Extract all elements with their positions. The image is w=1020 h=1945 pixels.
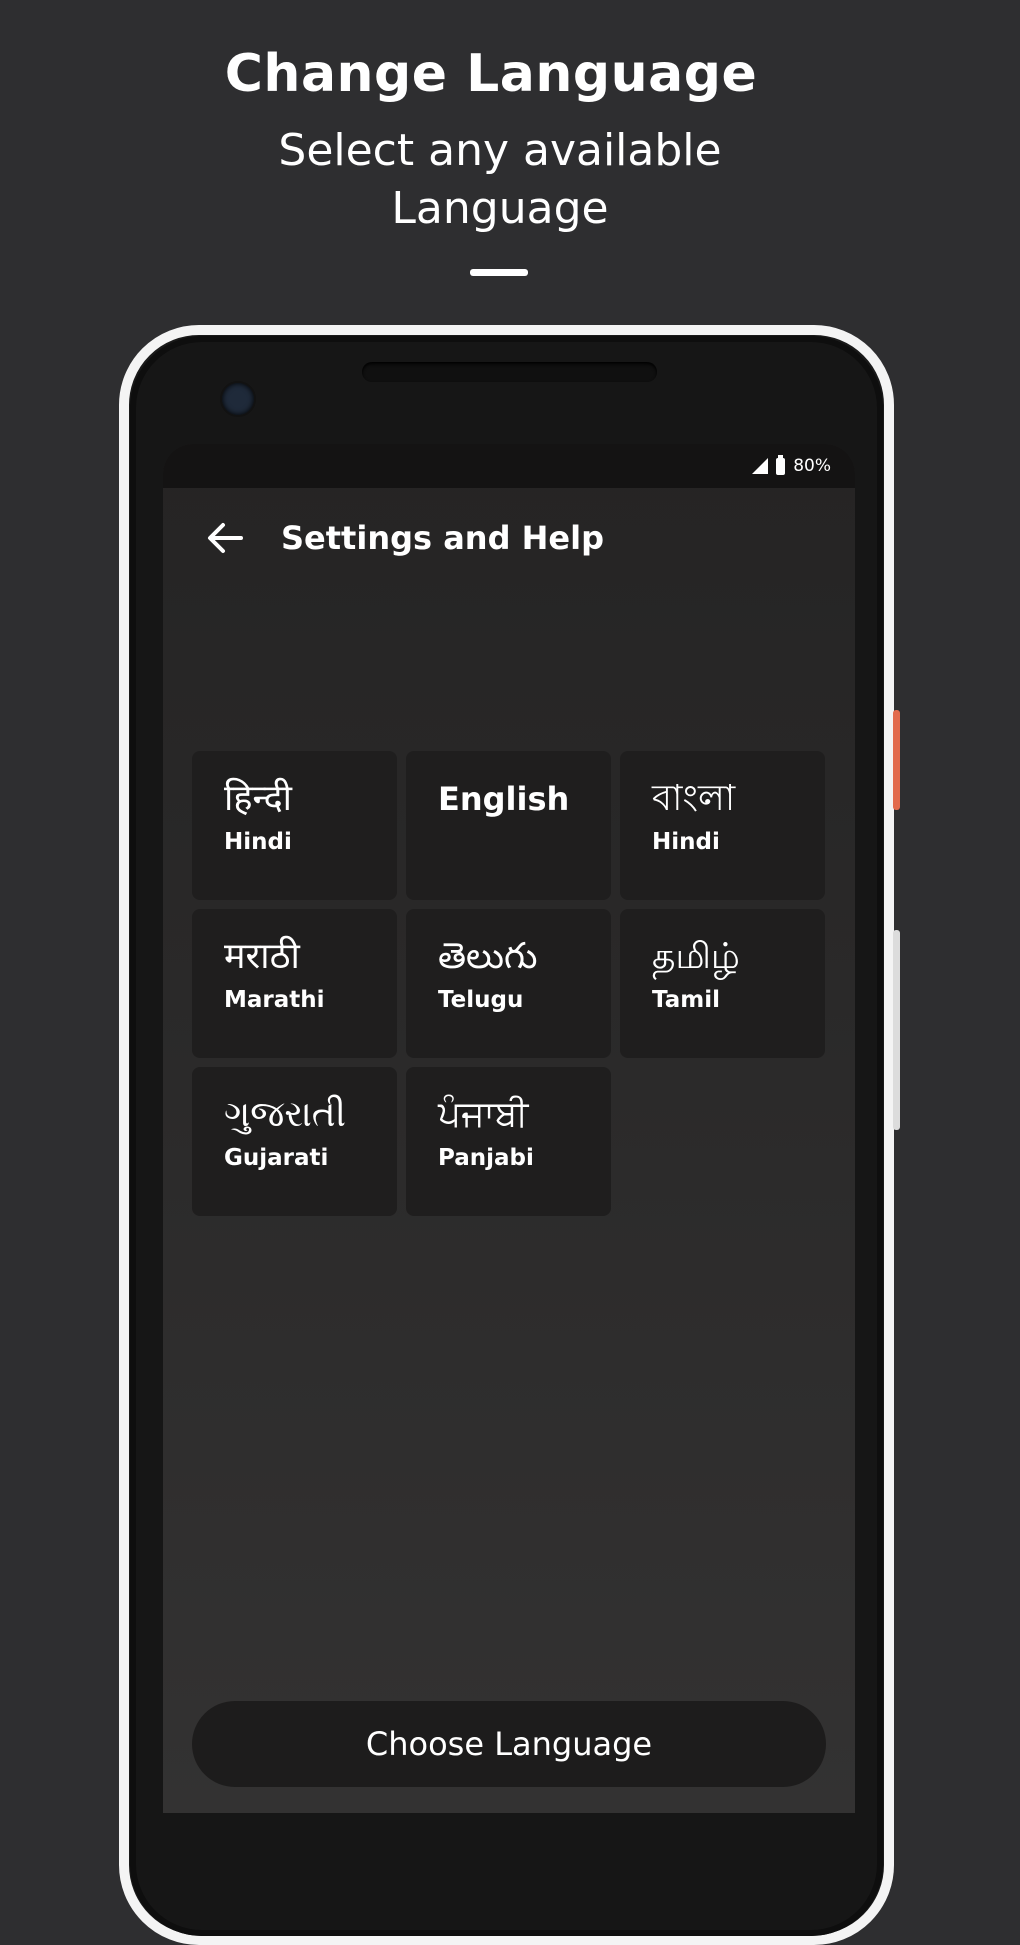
language-option-english[interactable]: English <box>406 751 611 900</box>
status-bar: 80% <box>163 444 855 488</box>
language-option-bangla[interactable]: বাংলা Hindi <box>620 751 825 900</box>
language-option-gujarati[interactable]: ગુજરાતી Gujarati <box>192 1067 397 1216</box>
promo-subtitle-line-2: Language <box>391 183 609 234</box>
phone-volume-button <box>893 930 900 1130</box>
promo-title: Change Language <box>224 44 758 104</box>
choose-language-button[interactable]: Choose Language <box>192 1701 826 1787</box>
app-bar: Settings and Help <box>163 488 855 588</box>
language-native-name: हिन्दी <box>224 778 293 819</box>
language-native-name: ਪੰਜਾਬੀ <box>438 1094 529 1135</box>
front-camera <box>222 383 254 415</box>
language-grid: हिन्दी Hindi English বাংলা Hindi मराठी M… <box>192 751 829 1216</box>
language-native-name: বাংলা <box>652 778 736 819</box>
language-option-panjabi[interactable]: ਪੰਜਾਬੀ Panjabi <box>406 1067 611 1216</box>
language-option-hindi[interactable]: हिन्दी Hindi <box>192 751 397 900</box>
app-screen: 80% Settings and Help हिन्दी Hindi Engli… <box>163 444 855 1813</box>
phone-speaker <box>362 362 657 382</box>
arrow-left-icon <box>208 523 243 553</box>
signal-icon <box>752 458 769 474</box>
status-icons: 80% <box>752 454 831 477</box>
promo-subtitle-line-1: Select any available <box>278 125 722 176</box>
language-english-name: Marathi <box>224 987 325 1013</box>
phone-power-button <box>893 710 900 810</box>
battery-percentage: 80% <box>793 456 831 476</box>
promo-subtitle: Select any available Language <box>0 122 1000 238</box>
language-option-telugu[interactable]: తెలుగు Telugu <box>406 909 611 1058</box>
language-native-name: ગુજરાતી <box>224 1094 346 1135</box>
language-english-name: Tamil <box>652 987 720 1013</box>
page-title: Settings and Help <box>281 519 604 557</box>
language-option-marathi[interactable]: मराठी Marathi <box>192 909 397 1058</box>
language-english-name: Hindi <box>652 829 720 855</box>
language-english-name: Telugu <box>438 987 524 1013</box>
battery-icon <box>776 454 786 475</box>
language-native-name: தமிழ் <box>652 936 740 977</box>
language-english-name: Hindi <box>224 829 292 855</box>
promo-divider <box>470 269 528 276</box>
language-native-name: తెలుగు <box>438 936 538 977</box>
language-english-name: Gujarati <box>224 1145 329 1171</box>
language-option-tamil[interactable]: தமிழ் Tamil <box>620 909 825 1058</box>
language-native-name: मराठी <box>224 936 300 977</box>
language-native-name: English <box>438 780 570 818</box>
back-button[interactable] <box>203 518 247 558</box>
language-english-name: Panjabi <box>438 1145 534 1171</box>
